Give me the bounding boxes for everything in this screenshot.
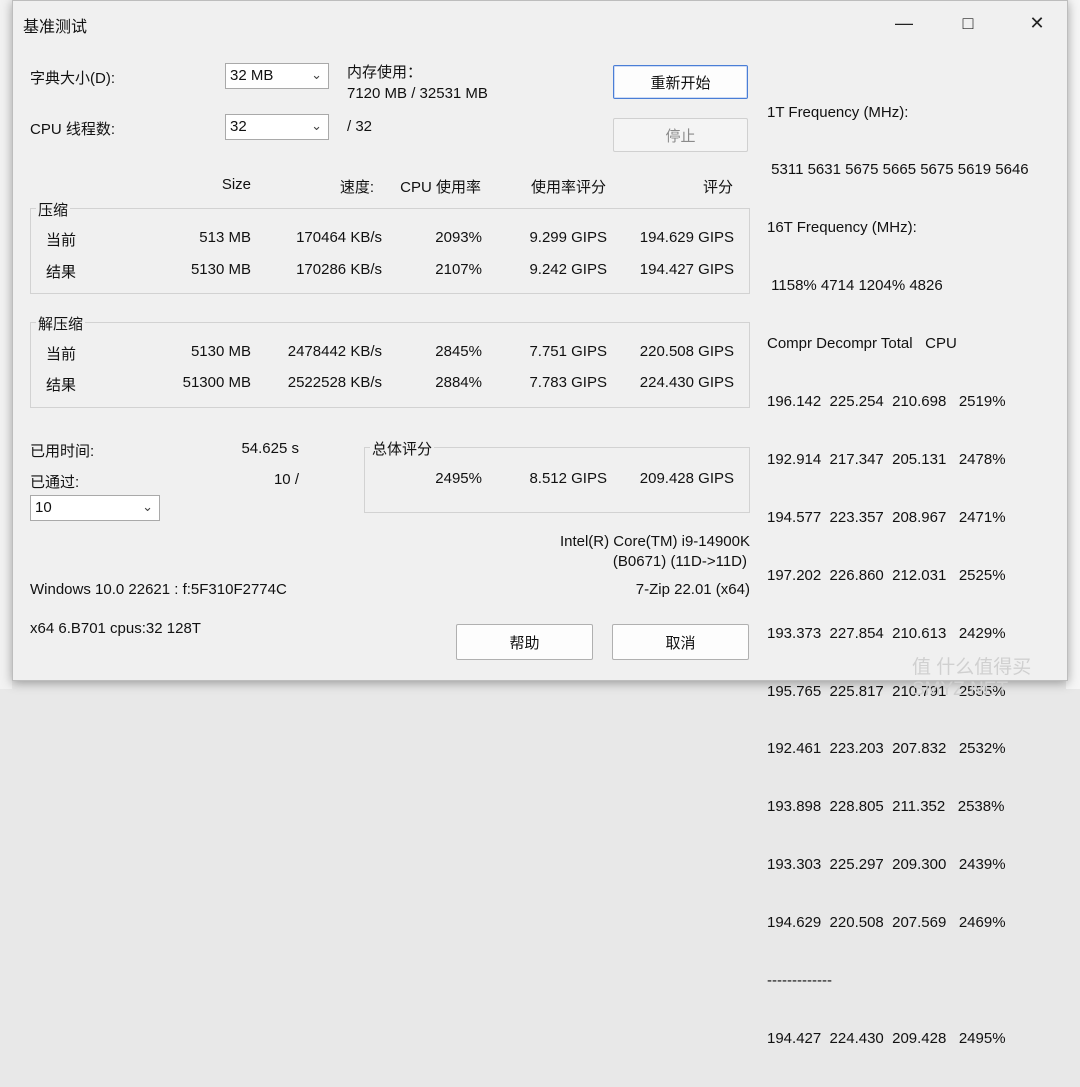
log-line: 194.427 224.430 209.428 2495% — [767, 1029, 1006, 1047]
cpu-stepping: (B0671) (11D->11D) — [612, 553, 747, 570]
decompress-row-label: 结果 — [46, 377, 77, 394]
total-score: 209.428 GIPS — [639, 470, 734, 487]
title-bar: 基准测试 — □ ✕ — [13, 1, 1067, 45]
col-cpu-usage: CPU 使用率 — [400, 179, 481, 196]
watermark: 值 什么值得买 SMYZ.NET — [912, 657, 1032, 700]
decompress-current-score: 220.508 GIPS — [639, 343, 734, 360]
log-line: 1158% 4714 1204% 4826 — [767, 277, 943, 295]
compress-row-label: 结果 — [46, 264, 77, 281]
chevron-down-icon: ⌄ — [142, 499, 153, 514]
decompress-current-usage-score: 7.751 GIPS — [529, 343, 607, 360]
mem-usage-label: 内存使用： — [347, 64, 423, 81]
close-icon[interactable]: ✕ — [1014, 7, 1060, 39]
version-info: 7-Zip 22.01 (x64) — [635, 581, 750, 598]
compress-current-size: 513 MB — [199, 229, 251, 246]
compress-label: 压缩 — [36, 199, 71, 220]
maximize-icon[interactable]: □ — [945, 7, 991, 39]
stop-button[interactable]: 停止 — [613, 118, 748, 152]
decompress-current-size: 5130 MB — [190, 343, 251, 360]
col-size: Size — [221, 176, 251, 193]
log-line: 196.142 225.254 210.698 2519% — [767, 393, 1006, 411]
compress-current-cpu: 2093% — [435, 229, 482, 246]
total-usage-score: 8.512 GIPS — [529, 470, 607, 487]
log-line: 193.303 225.297 209.300 2439% — [767, 856, 1006, 874]
compress-result-speed: 170286 KB/s — [296, 261, 382, 278]
background-window-right — [1066, 0, 1080, 689]
dict-size-value: 32 MB — [230, 67, 274, 84]
log-line: 193.373 227.854 210.613 2429% — [767, 624, 1006, 642]
decompress-current-speed: 2478442 KB/s — [287, 343, 382, 360]
compress-row-label: 当前 — [46, 232, 77, 249]
log-line: 5311 5631 5675 5665 5675 5619 5646 — [767, 161, 1029, 179]
log-line: Compr Decompr Total CPU — [767, 335, 957, 353]
compress-group — [30, 208, 750, 294]
log-line: 194.577 223.357 208.967 2471% — [767, 508, 1006, 526]
cpu-model: Intel(R) Core(TM) i9-14900K — [559, 533, 750, 550]
help-button[interactable]: 帮助 — [456, 624, 593, 660]
cpu-threads-max: / 32 — [347, 118, 373, 135]
chevron-down-icon: ⌄ — [311, 118, 322, 133]
decompress-row-label: 当前 — [46, 346, 77, 363]
elapsed-value: 54.625 s — [241, 440, 299, 457]
log-line: ------------- — [767, 971, 832, 989]
cpu-threads-label: CPU 线程数: — [30, 121, 116, 138]
col-score: 评分 — [702, 179, 733, 196]
log-line: 193.898 228.805 211.352 2538% — [767, 798, 1005, 816]
dict-size-label: 字典大小(D): — [30, 70, 115, 87]
passes-select-value: 10 — [35, 499, 52, 516]
decompress-result-speed: 2522528 KB/s — [287, 374, 382, 391]
compress-result-score: 194.427 GIPS — [639, 261, 734, 278]
decompress-result-cpu: 2884% — [435, 374, 482, 391]
cpu-threads-value: 32 — [230, 118, 247, 135]
restart-button[interactable]: 重新开始 — [613, 65, 748, 99]
log-line: 194.629 220.508 207.569 2469% — [767, 914, 1006, 932]
benchmark-log: 1T Frequency (MHz): 5311 5631 5675 5665 … — [767, 64, 1029, 1087]
passed-value: 10 / — [273, 471, 299, 488]
passes-select[interactable]: 10 ⌄ — [30, 495, 160, 521]
cancel-button[interactable]: 取消 — [612, 624, 749, 660]
decompress-label: 解压缩 — [36, 313, 86, 334]
chevron-down-icon: ⌄ — [311, 67, 322, 82]
log-line: 16T Frequency (MHz): — [767, 219, 917, 237]
log-line: 192.914 217.347 205.131 2478% — [767, 450, 1006, 468]
background-window-left — [0, 0, 12, 689]
dict-size-select[interactable]: 32 MB ⌄ — [225, 63, 329, 89]
elapsed-label: 已用时间: — [30, 443, 95, 460]
log-line: 1T Frequency (MHz): — [767, 103, 909, 121]
mem-usage-value: 7120 MB / 32531 MB — [347, 85, 488, 102]
minimize-icon[interactable]: — — [881, 7, 927, 39]
compress-current-score: 194.629 GIPS — [639, 229, 734, 246]
os-info: Windows 10.0 22621 : f:5F310F2774C — [30, 581, 287, 598]
benchmark-dialog: 基准测试 — □ ✕ 字典大小(D): 32 MB ⌄ 内存使用： 7120 M… — [12, 0, 1068, 1047]
decompress-group — [30, 322, 750, 408]
decompress-result-size: 51300 MB — [182, 374, 251, 391]
log-line: 192.461 223.203 207.832 2532% — [767, 740, 1006, 758]
decompress-result-usage-score: 7.783 GIPS — [529, 374, 607, 391]
compress-result-usage-score: 9.242 GIPS — [529, 261, 607, 278]
col-usage-score: 使用率评分 — [530, 179, 606, 196]
decompress-result-score: 224.430 GIPS — [639, 374, 734, 391]
cpu-threads-select[interactable]: 32 ⌄ — [225, 114, 329, 140]
log-line: 197.202 226.860 212.031 2525% — [767, 566, 1006, 584]
arch-info: x64 6.B701 cpus:32 128T — [30, 620, 201, 637]
col-speed: 速度: — [339, 179, 374, 196]
total-score-label: 总体评分 — [370, 438, 435, 459]
decompress-current-cpu: 2845% — [435, 343, 482, 360]
compress-result-size: 5130 MB — [190, 261, 251, 278]
compress-current-speed: 170464 KB/s — [296, 229, 382, 246]
window-title: 基准测试 — [23, 19, 88, 36]
compress-current-usage-score: 9.299 GIPS — [529, 229, 607, 246]
total-cpu: 2495% — [435, 470, 482, 487]
passed-label: 已通过: — [30, 474, 80, 491]
compress-result-cpu: 2107% — [435, 261, 482, 278]
